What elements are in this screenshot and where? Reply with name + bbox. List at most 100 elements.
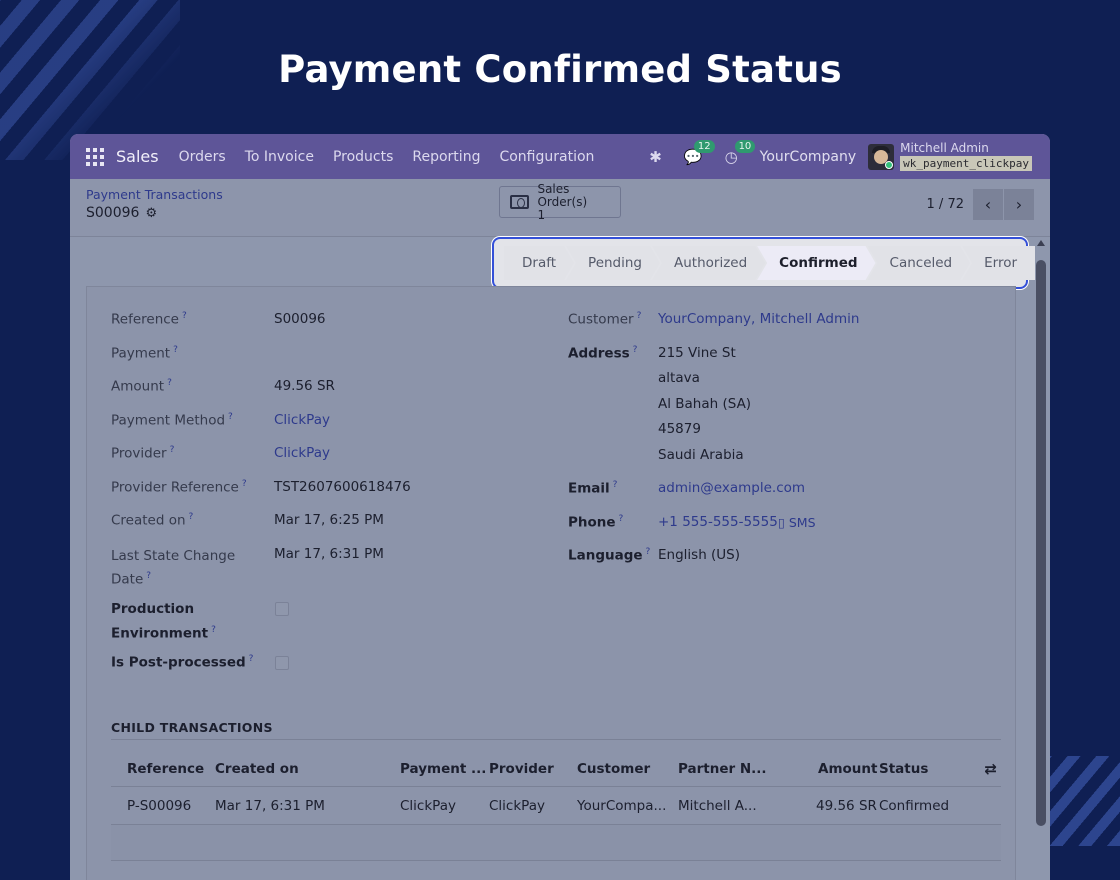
smart-button-label: Sales Order(s) [537, 181, 588, 209]
company-switcher[interactable]: YourCompany [760, 149, 857, 165]
sms-label: SMS [788, 515, 816, 530]
top-navbar: Sales Orders To Invoice Products Reporti… [70, 134, 1050, 179]
field-email-link[interactable]: admin@example.com [658, 480, 805, 496]
column-customer[interactable]: Customer [577, 761, 650, 777]
odoo-window: Sales Orders To Invoice Products Reporti… [70, 134, 1050, 880]
column-status[interactable]: Status [879, 761, 928, 777]
row-partner-name: Mitchell A... [678, 797, 757, 814]
breadcrumb-payment-transactions[interactable]: Payment Transactions [86, 187, 223, 202]
nav-item-to-invoice[interactable]: To Invoice [245, 149, 314, 165]
field-payment-method-link[interactable]: ClickPay [274, 412, 330, 428]
row-reference: P-S00096 [127, 797, 192, 814]
field-created-on-label: Created on? [111, 512, 194, 529]
smart-button-text: Sales Order(s) 1 [537, 181, 620, 222]
pager-next-button[interactable]: › [1004, 189, 1034, 220]
field-address-label: Address? [568, 345, 638, 362]
field-reference-label: Reference? [111, 311, 187, 328]
gear-icon[interactable]: ⚙ [145, 206, 157, 221]
field-provider-link[interactable]: ClickPay [274, 445, 330, 461]
field-last-state-change-label: Last State Change Date? [111, 548, 236, 588]
address-line-country: Saudi Arabia [658, 447, 744, 463]
column-created-on[interactable]: Created on [215, 761, 299, 777]
field-provider-reference-label: Provider Reference? [111, 479, 247, 496]
stage-confirmed[interactable]: Confirmed [757, 246, 875, 280]
status-area: Draft Pending Authorized Confirmed Cance… [70, 237, 1036, 289]
column-payment-method[interactable]: Payment ... [400, 761, 486, 777]
field-post-processed-label: Is Post-processed? [111, 654, 254, 671]
field-language-label: Language? [568, 547, 651, 564]
nav-item-orders[interactable]: Orders [179, 149, 226, 165]
column-provider[interactable]: Provider [489, 761, 554, 777]
activities-badge: 10 [734, 139, 756, 153]
mobile-icon: ▯ [778, 515, 785, 530]
messages-icon[interactable]: 💬 12 [684, 139, 715, 166]
stage-canceled[interactable]: Canceled [868, 246, 971, 280]
column-amount[interactable]: Amount [818, 761, 877, 777]
production-environment-checkbox[interactable] [275, 602, 289, 616]
field-email-label: Email? [568, 480, 618, 497]
user-avatar[interactable] [868, 143, 895, 170]
nav-item-reporting[interactable]: Reporting [412, 149, 480, 165]
field-payment-method-label: Payment Method? [111, 412, 233, 429]
vertical-scrollbar[interactable] [1036, 240, 1046, 880]
table-header: Reference Created on Payment ... Provide… [111, 751, 1001, 787]
field-phone-link[interactable]: +1 555-555-5555 [658, 514, 778, 530]
field-customer-link[interactable]: YourCompany, Mitchell Admin [658, 311, 859, 327]
stage-pending[interactable]: Pending [566, 246, 660, 280]
child-transactions-table: Reference Created on Payment ... Provide… [111, 751, 1001, 861]
navbar-systray: ✱ 💬 12 ◷ 10 YourCompany Mitchell Admin w… [649, 134, 1032, 179]
apps-grid-icon[interactable] [86, 147, 104, 166]
row-status: Confirmed [879, 797, 950, 814]
sales-orders-smart-button[interactable]: Sales Order(s) 1 [499, 182, 621, 221]
page-title: Payment Confirmed Status [278, 48, 842, 91]
row-created-on: Mar 17, 6:31 PM [215, 797, 325, 814]
smart-button-count: 1 [537, 207, 546, 222]
database-name: wk_payment_clickpay [900, 156, 1032, 171]
debug-bug-icon[interactable]: ✱ [649, 148, 662, 166]
activities-clock-icon[interactable]: ◷ 10 [725, 139, 756, 166]
sms-button[interactable]: ▯ SMS [778, 515, 816, 530]
form-sheet: Reference? S00096 Payment? Amount? 49.56… [86, 286, 1016, 880]
stage-authorized[interactable]: Authorized [652, 246, 765, 280]
child-transactions-title: CHILD TRANSACTIONS [111, 720, 273, 735]
address-line-city-state: Al Bahah (SA) [658, 396, 752, 412]
row-customer: YourCompa... [577, 797, 667, 814]
pager-value[interactable]: 1 / 72 [927, 197, 964, 212]
record-name: S00096 ⚙ [86, 205, 157, 221]
table-row[interactable]: P-S00096 Mar 17, 6:31 PM ClickPay ClickP… [111, 787, 1001, 825]
scroll-thumb[interactable] [1036, 260, 1046, 826]
scroll-up-arrow-icon[interactable] [1037, 240, 1045, 246]
address-line-street: 215 Vine St [658, 345, 736, 361]
row-payment-method: ClickPay [400, 797, 456, 814]
field-payment-label: Payment? [111, 345, 178, 362]
control-panel: Payment Transactions S00096 ⚙ Sales Orde… [70, 179, 1050, 237]
field-language-value: English (US) [658, 547, 741, 563]
user-menu[interactable]: Mitchell Admin wk_payment_clickpay [900, 142, 1032, 171]
stage-error[interactable]: Error [962, 246, 1036, 280]
money-icon [510, 195, 530, 209]
background-stripes-bottom-right [1048, 756, 1120, 846]
column-partner-name[interactable]: Partner N... [678, 761, 767, 777]
nav-item-configuration[interactable]: Configuration [499, 149, 594, 165]
field-provider-reference-value: TST2607600618476 [274, 479, 411, 495]
post-processed-checkbox[interactable] [275, 656, 289, 670]
section-divider [111, 739, 1001, 740]
nav-item-products[interactable]: Products [333, 149, 393, 165]
messages-badge: 12 [693, 139, 715, 153]
field-created-on-value: Mar 17, 6:25 PM [274, 512, 384, 528]
field-production-environment-label: Production Environment? [111, 601, 216, 642]
column-reference[interactable]: Reference [127, 761, 204, 777]
address-line-zip: 45879 [658, 421, 701, 437]
optional-columns-icon[interactable]: ⇄ [984, 760, 997, 778]
pager-previous-button[interactable]: ‹ [973, 189, 1003, 220]
address-line-street2: altava [658, 370, 700, 386]
field-phone-label: Phone? [568, 514, 624, 531]
field-customer-label: Customer? [568, 311, 642, 328]
field-reference-value: S00096 [274, 311, 326, 327]
nav-brand-sales[interactable]: Sales [116, 147, 159, 166]
field-last-state-change-value: Mar 17, 6:31 PM [274, 546, 384, 562]
statusbar-highlight: Draft Pending Authorized Confirmed Cance… [492, 237, 1036, 289]
record-name-text: S00096 [86, 205, 140, 221]
stage-draft[interactable]: Draft [504, 246, 574, 280]
user-name: Mitchell Admin [900, 141, 989, 155]
